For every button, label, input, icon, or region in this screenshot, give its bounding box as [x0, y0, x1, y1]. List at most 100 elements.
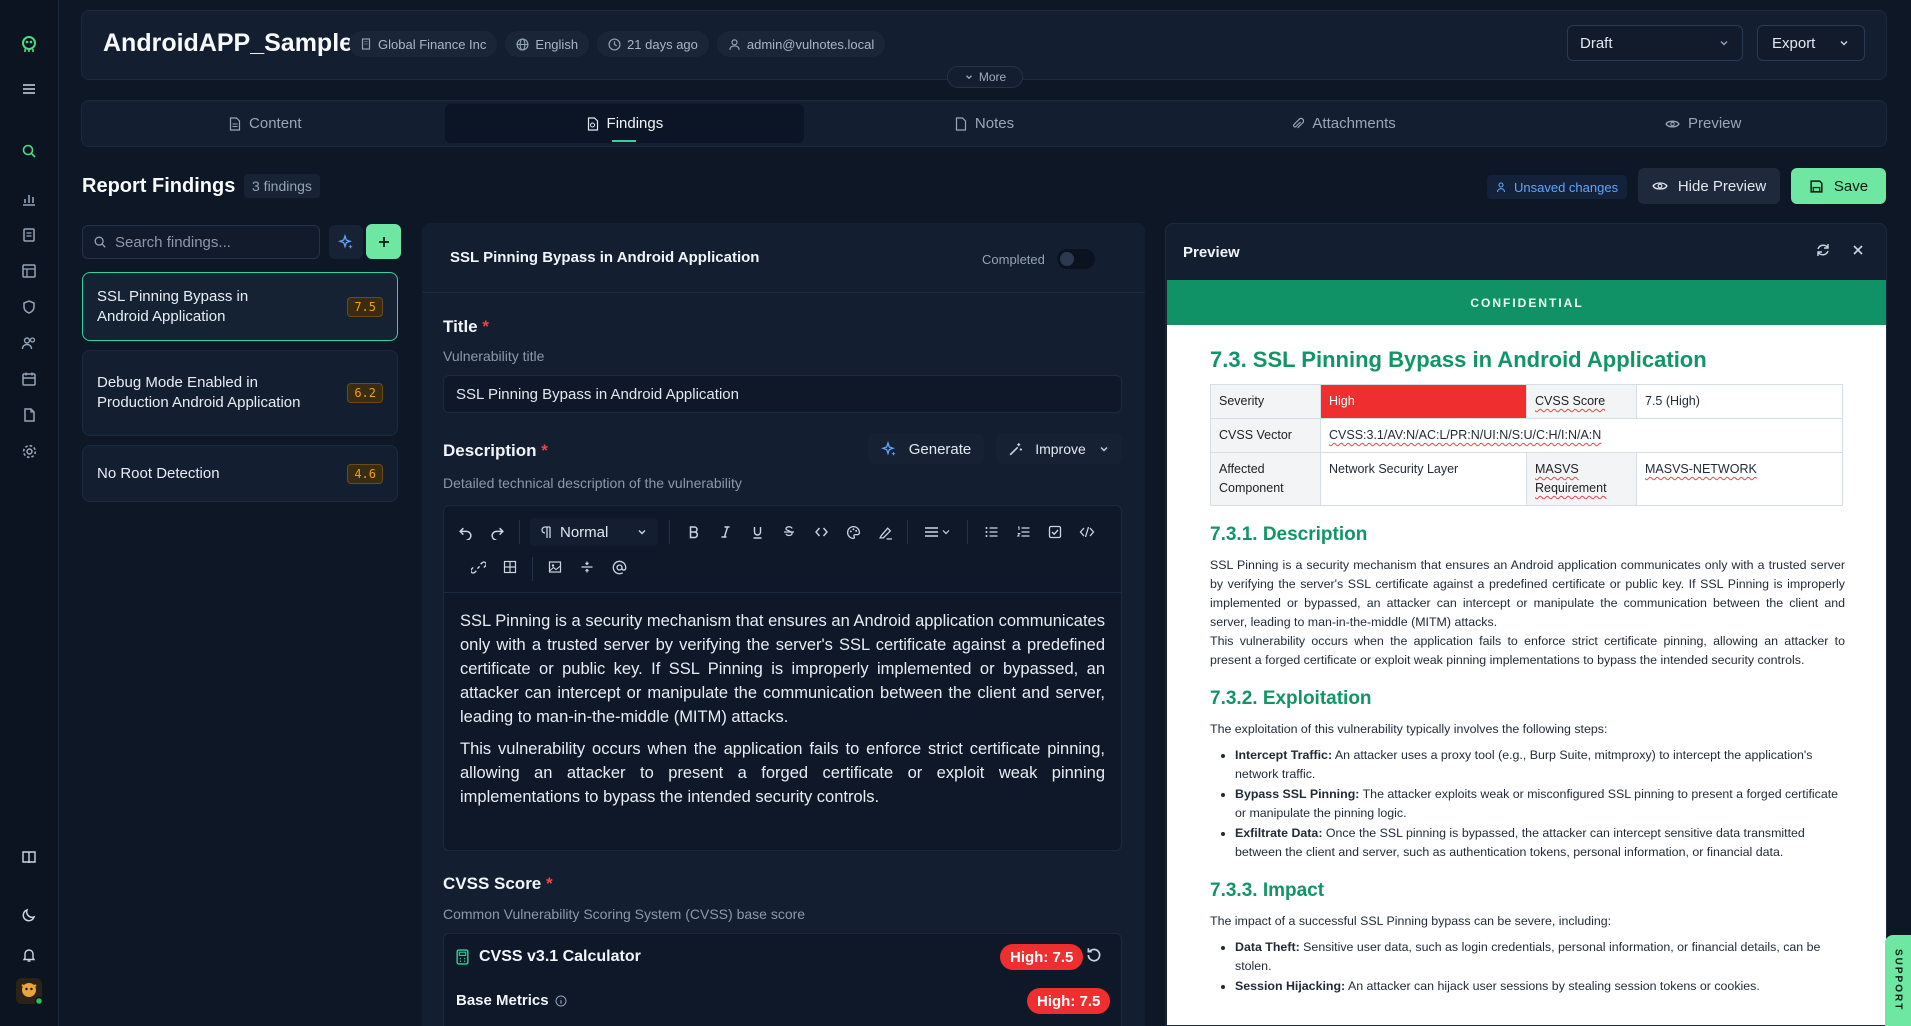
more-button[interactable]: More — [947, 66, 1023, 88]
refresh-icon[interactable] — [1815, 242, 1831, 258]
close-icon[interactable] — [1850, 242, 1866, 258]
users-icon — [1496, 181, 1508, 193]
magic-wand-icon — [1008, 442, 1023, 457]
title-label: Title * — [443, 317, 489, 336]
highlighter-icon[interactable] — [873, 520, 897, 544]
finding-item-ssl-pinning[interactable]: SSL Pinning Bypass in Android Applicatio… — [82, 272, 398, 341]
menu-icon[interactable] — [14, 74, 44, 104]
reset-icon[interactable] — [1085, 946, 1103, 964]
link-icon[interactable] — [466, 555, 490, 579]
description-text[interactable]: SSL Pinning is a security mechanism that… — [444, 593, 1121, 809]
tab-content[interactable]: Content — [85, 104, 445, 143]
palette-icon[interactable] — [841, 520, 865, 544]
redo-icon[interactable] — [485, 520, 509, 544]
description-help: Detailed technical description of the vu… — [443, 475, 742, 491]
meta-chips: Global Finance Inc English 21 days ago a… — [349, 31, 886, 57]
title-input[interactable] — [443, 375, 1122, 413]
moon-icon[interactable] — [14, 900, 44, 930]
shield-icon[interactable] — [14, 292, 44, 322]
numbered-list-icon[interactable] — [1011, 520, 1035, 544]
strikethrough-icon[interactable] — [777, 520, 801, 544]
hide-preview-button[interactable]: Hide Preview — [1638, 168, 1780, 204]
report-icon[interactable] — [14, 220, 44, 250]
avatar[interactable] — [14, 976, 44, 1006]
tab-preview[interactable]: Preview — [1523, 104, 1883, 143]
checklist-icon[interactable] — [1043, 520, 1067, 544]
table-icon[interactable] — [498, 555, 522, 579]
search-icon — [93, 235, 107, 249]
app-logo-icon[interactable] — [14, 29, 44, 59]
bullet-list-icon[interactable] — [979, 520, 1003, 544]
preview-header: Preview — [1166, 224, 1886, 280]
save-button[interactable]: Save — [1791, 168, 1886, 204]
block-format-select[interactable]: Normal — [530, 518, 658, 546]
search-input[interactable] — [115, 233, 305, 251]
sparkles-icon — [338, 234, 354, 250]
unsaved-changes-indicator: Unsaved changes — [1487, 175, 1628, 199]
image-icon[interactable] — [543, 555, 567, 579]
cvss-help: Common Vulnerability Scoring System (CVS… — [443, 906, 806, 922]
paperclip-icon — [1291, 117, 1305, 131]
chevron-down-icon — [1718, 37, 1730, 49]
ai-sparkle-button[interactable] — [329, 225, 363, 259]
mention-icon[interactable] — [607, 555, 631, 579]
eye-icon — [1652, 180, 1668, 192]
section-title: Report Findings — [82, 175, 236, 197]
chevron-down-icon — [636, 526, 648, 538]
pilcrow-icon — [540, 525, 552, 539]
add-finding-button[interactable] — [366, 224, 401, 259]
completed-toggle[interactable] — [1056, 249, 1095, 269]
settings-icon[interactable] — [14, 436, 44, 466]
horizontal-rule-icon[interactable] — [575, 555, 599, 579]
description-editor[interactable]: Normal SSL Pinning is a security mechani… — [443, 505, 1122, 851]
bell-icon[interactable] — [14, 940, 44, 970]
exploitation-list: Intercept Traffic: An attacker uses a pr… — [1210, 746, 1845, 862]
underline-icon[interactable] — [745, 520, 769, 544]
code-icon[interactable] — [809, 520, 833, 544]
tab-notes[interactable]: Notes — [804, 104, 1164, 143]
clock-icon — [608, 37, 621, 51]
search-icon[interactable] — [14, 136, 44, 166]
page-title: AndroidAPP_Sample — [103, 29, 354, 57]
template-icon[interactable] — [14, 256, 44, 286]
info-icon[interactable] — [555, 995, 567, 1007]
base-score-pill: High: 7.5 — [1027, 988, 1111, 1014]
finding-item-root-detection[interactable]: No Root Detection 4.6 — [82, 445, 398, 502]
book-icon[interactable] — [14, 842, 44, 872]
users-icon[interactable] — [14, 328, 44, 358]
bold-icon[interactable] — [681, 520, 705, 544]
align-select[interactable] — [919, 520, 959, 544]
chart-icon[interactable] — [14, 184, 44, 214]
italic-icon[interactable] — [713, 520, 737, 544]
finding-item-debug-mode[interactable]: Debug Mode Enabled in Production Android… — [82, 350, 398, 436]
description-heading: 7.3.1. Description — [1210, 524, 1368, 545]
description-label: Description * — [443, 441, 548, 460]
tab-findings[interactable]: Findings — [444, 104, 805, 143]
status-select[interactable]: Draft — [1567, 25, 1743, 61]
severity-cell: High — [1320, 384, 1527, 419]
undo-icon[interactable] — [453, 520, 477, 544]
chevron-down-icon — [964, 72, 974, 82]
generate-button[interactable]: Generate — [868, 434, 984, 464]
tab-attachments[interactable]: Attachments — [1164, 104, 1524, 143]
cvss-calculator: CVSS v3.1 Calculator High: 7.5 Base Metr… — [443, 933, 1122, 1026]
sparkles-icon — [880, 441, 897, 457]
calculator-title: CVSS v3.1 Calculator — [456, 948, 641, 966]
list-item: Session Hijacking: An attacker can hijac… — [1235, 977, 1845, 996]
export-button[interactable]: Export — [1757, 25, 1865, 61]
search-findings-box[interactable] — [82, 225, 320, 259]
improve-button[interactable]: Improve — [996, 434, 1122, 464]
support-tab[interactable]: SUPPORT — [1885, 935, 1911, 1026]
date-chip: 21 days ago — [597, 31, 709, 57]
file-search-icon — [586, 116, 599, 131]
eye-icon — [1665, 118, 1680, 130]
list-item: Data Theft: Sensitive user data, such as… — [1235, 938, 1845, 976]
exploitation-heading: 7.3.2. Exploitation — [1210, 688, 1372, 709]
calendar-icon[interactable] — [14, 364, 44, 394]
editor-header: SSL Pinning Bypass in Android Applicatio… — [422, 223, 1145, 293]
editor-toolbar: Normal — [444, 506, 1121, 593]
preview-panel: Preview CONFIDENTIAL 7.3. SSL Pinning By… — [1165, 223, 1887, 1026]
files-icon[interactable] — [14, 400, 44, 430]
code-block-icon[interactable] — [1075, 520, 1099, 544]
note-icon — [954, 116, 967, 131]
